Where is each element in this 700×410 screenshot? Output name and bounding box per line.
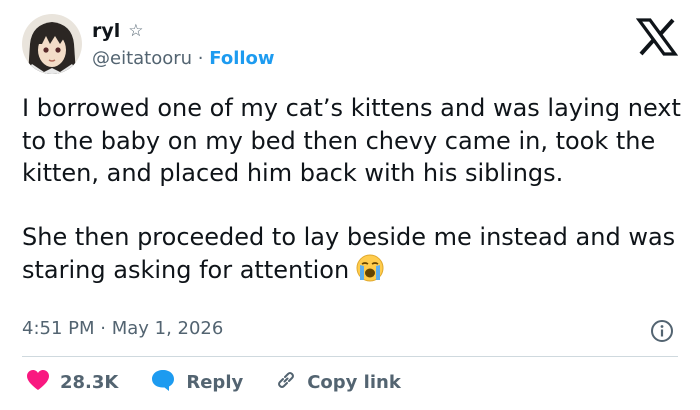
copy-link-button[interactable]: Copy link — [275, 369, 401, 396]
tweet-text: I borrowed one of my cat’s kittens and w… — [22, 92, 687, 292]
info-icon[interactable] — [650, 319, 674, 343]
divider — [22, 356, 678, 357]
loudly-crying-face-emoji-icon — [355, 253, 385, 292]
separator: · — [197, 48, 204, 69]
display-name[interactable]: ryl — [92, 20, 120, 42]
tweet-paragraph-2: She then proceeded to lay beside me inst… — [22, 221, 687, 292]
star-icon: ☆ — [128, 21, 144, 41]
copy-link-label: Copy link — [307, 372, 401, 393]
reply-label: Reply — [186, 372, 244, 393]
reply-button[interactable]: Reply — [150, 368, 243, 397]
like-count: 28.3K — [60, 372, 119, 393]
handle[interactable]: @eitatooru — [92, 48, 192, 69]
x-logo[interactable] — [635, 18, 679, 56]
action-bar: 28.3K Reply Copy link — [26, 368, 401, 397]
timestamp[interactable]: 4:51 PM · May 1, 2026 — [22, 318, 223, 339]
name-row: ryl ☆ — [92, 20, 144, 42]
handle-row: @eitatooru · Follow — [92, 48, 275, 69]
tweet-paragraph-2-text: She then proceeded to lay beside me inst… — [22, 222, 676, 285]
avatar[interactable] — [22, 14, 82, 74]
follow-link[interactable]: Follow — [209, 48, 274, 69]
tweet-paragraph-1: I borrowed one of my cat’s kittens and w… — [22, 94, 681, 187]
link-icon — [275, 369, 297, 396]
like-button[interactable]: 28.3K — [26, 369, 118, 396]
heart-icon — [26, 369, 50, 396]
reply-bubble-icon — [150, 368, 176, 397]
tweet-card: ryl ☆ @eitatooru · Follow I borrowed one… — [0, 0, 700, 410]
